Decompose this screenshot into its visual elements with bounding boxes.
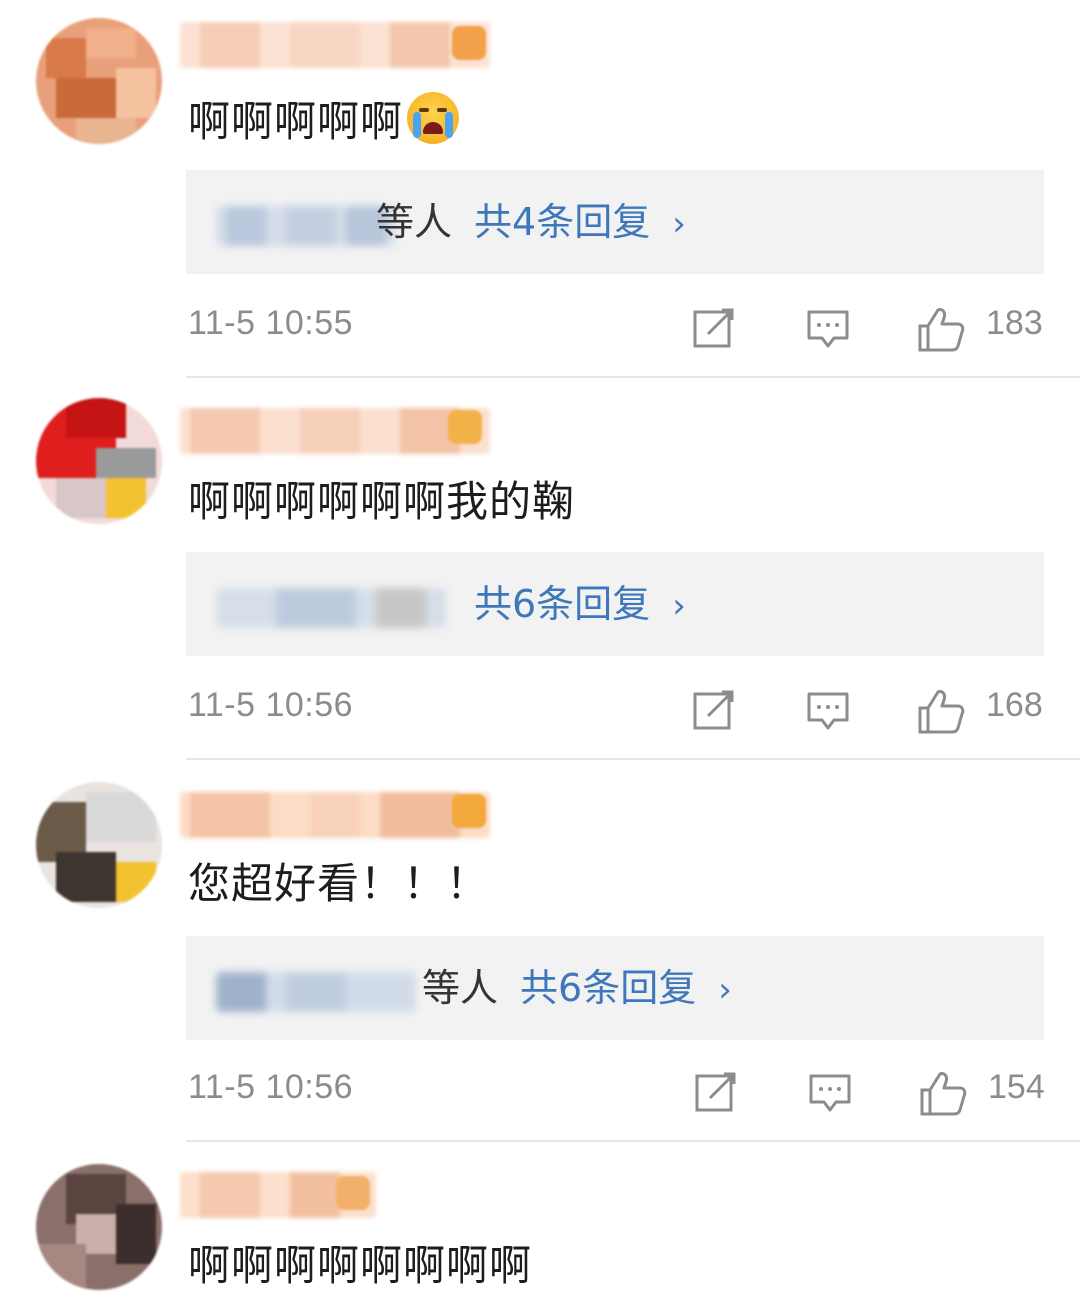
timestamp: 11-5 10:56 <box>188 686 354 724</box>
divider <box>186 376 1080 378</box>
reply-summary: 等人 共4条回复 › <box>376 198 686 248</box>
comment-meta: 11-5 10:56 154 <box>0 1062 1080 1122</box>
avatar[interactable] <box>36 398 162 524</box>
reply-preview-box[interactable]: 等人 共4条回复 › <box>186 170 1044 274</box>
reply-names-blurred <box>216 972 416 1012</box>
comment-text: 啊啊啊啊啊啊啊啊 <box>188 1241 533 1290</box>
avatar[interactable] <box>36 18 162 144</box>
like-icon[interactable] <box>916 306 966 356</box>
chevron-right-icon: › <box>672 586 686 626</box>
like-count: 168 <box>986 686 1043 724</box>
divider <box>186 758 1080 760</box>
username-blurred[interactable] <box>180 22 490 68</box>
comment-text: 啊啊啊啊啊啊我的鞠 <box>188 477 576 526</box>
like-icon[interactable] <box>918 1070 968 1120</box>
comment-icon[interactable] <box>806 306 850 354</box>
avatar[interactable] <box>36 782 162 908</box>
reply-count-link[interactable]: 共6条回复 <box>520 966 696 1010</box>
reply-suffix: 等人 <box>422 966 499 1010</box>
comment-meta: 11-5 10:55 183 <box>0 298 1080 358</box>
member-badge-icon <box>336 1176 370 1210</box>
timestamp: 11-5 10:56 <box>188 1068 354 1106</box>
crying-face-emoji-icon <box>407 92 460 144</box>
like-count: 154 <box>988 1068 1045 1106</box>
reply-preview-box[interactable]: 等人 共6条回复 › <box>186 936 1044 1040</box>
member-badge-icon <box>452 26 486 60</box>
like-count: 183 <box>986 304 1043 342</box>
chevron-right-icon: › <box>718 970 732 1010</box>
comment-meta: 11-5 10:56 168 <box>0 680 1080 740</box>
reply-suffix: 等人 <box>376 200 453 244</box>
chevron-right-icon: › <box>672 204 686 244</box>
timestamp: 11-5 10:55 <box>188 304 354 342</box>
reply-names-blurred <box>216 588 446 628</box>
member-badge-icon <box>452 794 486 828</box>
divider <box>186 1140 1080 1142</box>
member-badge-icon <box>448 410 482 444</box>
reply-count-link[interactable]: 共6条回复 <box>474 582 650 626</box>
reply-count-link[interactable]: 共4条回复 <box>474 200 650 244</box>
username-blurred[interactable] <box>180 408 490 454</box>
reply-preview-box[interactable]: 共6条回复 › <box>186 552 1044 656</box>
comment-text: 啊啊啊啊啊 <box>188 92 460 150</box>
comment-text: 您超好看！！！ <box>188 859 490 908</box>
share-icon[interactable] <box>692 688 736 736</box>
reply-names-blurred <box>216 206 396 246</box>
reply-summary: 共6条回复 › <box>450 580 686 630</box>
share-icon[interactable] <box>694 1070 738 1118</box>
share-icon[interactable] <box>692 306 736 354</box>
avatar[interactable] <box>36 1164 162 1290</box>
like-icon[interactable] <box>916 688 966 738</box>
reply-summary: 等人 共6条回复 › <box>422 964 732 1014</box>
comment-text-content: 啊啊啊啊啊 <box>188 97 404 146</box>
username-blurred[interactable] <box>180 792 490 838</box>
comment-icon[interactable] <box>808 1070 852 1118</box>
comment-icon[interactable] <box>806 688 850 736</box>
